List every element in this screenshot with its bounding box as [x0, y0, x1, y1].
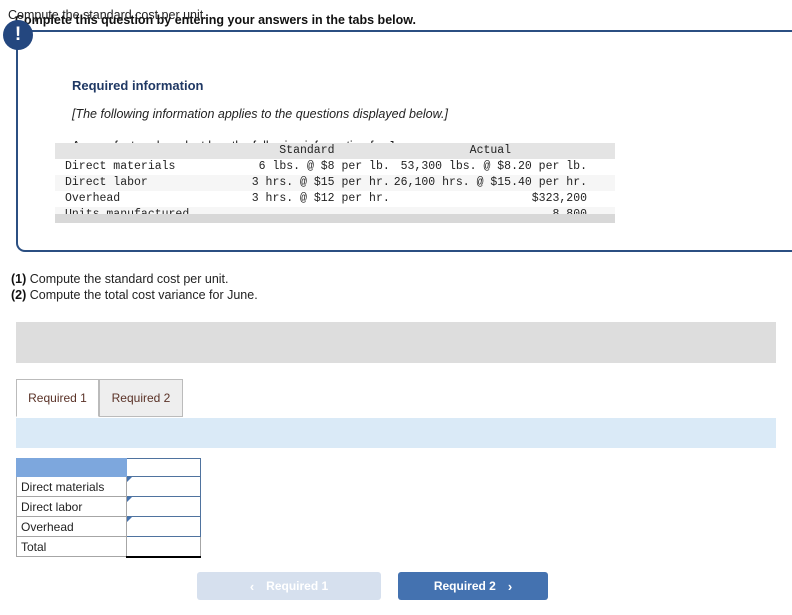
- cell-marker-icon: [127, 497, 132, 502]
- column-header-actual: Actual: [469, 144, 512, 157]
- answer-grid: Direct materials Direct labor Overhead T…: [16, 458, 201, 558]
- answer-total-value: [126, 536, 201, 558]
- tab-required-1[interactable]: Required 1: [16, 379, 99, 417]
- table-row: Direct materials 6 lbs. @ $8 per lb. 53,…: [55, 159, 615, 175]
- standard-actual-table: Standard Actual Direct materials 6 lbs. …: [55, 143, 615, 223]
- exclamation-icon: !: [3, 20, 33, 50]
- prompt-bar: [16, 418, 776, 448]
- row-actual: $323,200: [531, 192, 587, 205]
- row-standard: 3 hrs. @ $12 per hr.: [251, 192, 390, 205]
- chevron-left-icon: ‹: [249, 578, 255, 594]
- row-label: Overhead: [65, 192, 121, 205]
- answer-grid-header-value: [126, 458, 201, 477]
- question-item: (2) Compute the total cost variance for …: [11, 287, 258, 303]
- prompt-text: Compute the standard cost per unit.: [8, 8, 207, 22]
- next-button-label: Required 2: [433, 579, 496, 593]
- prev-button-label: Required 1: [266, 579, 329, 593]
- answer-grid-row: Overhead: [16, 516, 201, 537]
- answer-grid-row: Direct materials: [16, 476, 201, 497]
- table-head: Standard Actual: [55, 143, 615, 159]
- answer-row-label: Direct materials: [16, 476, 127, 497]
- question-number: (1): [11, 272, 27, 286]
- column-header-standard: Standard: [279, 144, 335, 157]
- column-header-blank: [55, 143, 220, 159]
- table-header-row: Standard Actual: [55, 143, 615, 159]
- questions-list: (1) Compute the standard cost per unit. …: [11, 271, 258, 303]
- answer-row-label: Direct labor: [16, 496, 127, 517]
- chevron-right-icon: ›: [507, 578, 513, 594]
- required-information-title: Required information: [72, 78, 204, 93]
- answer-input-overhead[interactable]: [126, 516, 201, 537]
- question-item: (1) Compute the standard cost per unit.: [11, 271, 258, 287]
- question-text: Compute the total cost variance for June…: [29, 288, 258, 302]
- required-information-note: [The following information applies to th…: [72, 107, 448, 121]
- required-information-body: Required information [The following info…: [72, 78, 782, 153]
- answer-grid-header-row: [16, 458, 201, 477]
- answer-grid-row: Total: [16, 536, 201, 558]
- answer-row-label: Total: [16, 536, 127, 557]
- cell-marker-icon: [127, 517, 132, 522]
- row-label: Direct labor: [65, 176, 148, 189]
- next-required-2-button[interactable]: Required 2 ›: [398, 572, 548, 600]
- answer-grid-row: Direct labor: [16, 496, 201, 517]
- question-number: (2): [11, 288, 27, 302]
- row-label: Direct materials: [65, 160, 176, 173]
- cell-marker-icon: [127, 477, 132, 482]
- instruction-bar: [16, 322, 776, 363]
- prev-required-1-button[interactable]: ‹ Required 1: [197, 572, 381, 600]
- answer-input-direct-materials[interactable]: [126, 476, 201, 497]
- row-actual: 53,300 lbs. @ $8.20 per lb.: [400, 160, 587, 173]
- table-row: Direct labor 3 hrs. @ $15 per hr. 26,100…: [55, 175, 615, 191]
- row-standard: 3 hrs. @ $15 per hr.: [251, 176, 390, 189]
- question-text: Compute the standard cost per unit.: [29, 272, 229, 286]
- answer-row-label: Overhead: [16, 516, 127, 537]
- table-footer-bar: [55, 214, 615, 223]
- answer-grid-header-label: [16, 458, 127, 477]
- answer-input-direct-labor[interactable]: [126, 496, 201, 517]
- row-standard: 6 lbs. @ $8 per lb.: [258, 160, 390, 173]
- row-actual: 26,100 hrs. @ $15.40 per hr.: [393, 176, 587, 189]
- tab-required-2[interactable]: Required 2: [99, 379, 183, 417]
- table-row: Overhead 3 hrs. @ $12 per hr. $323,200: [55, 191, 615, 207]
